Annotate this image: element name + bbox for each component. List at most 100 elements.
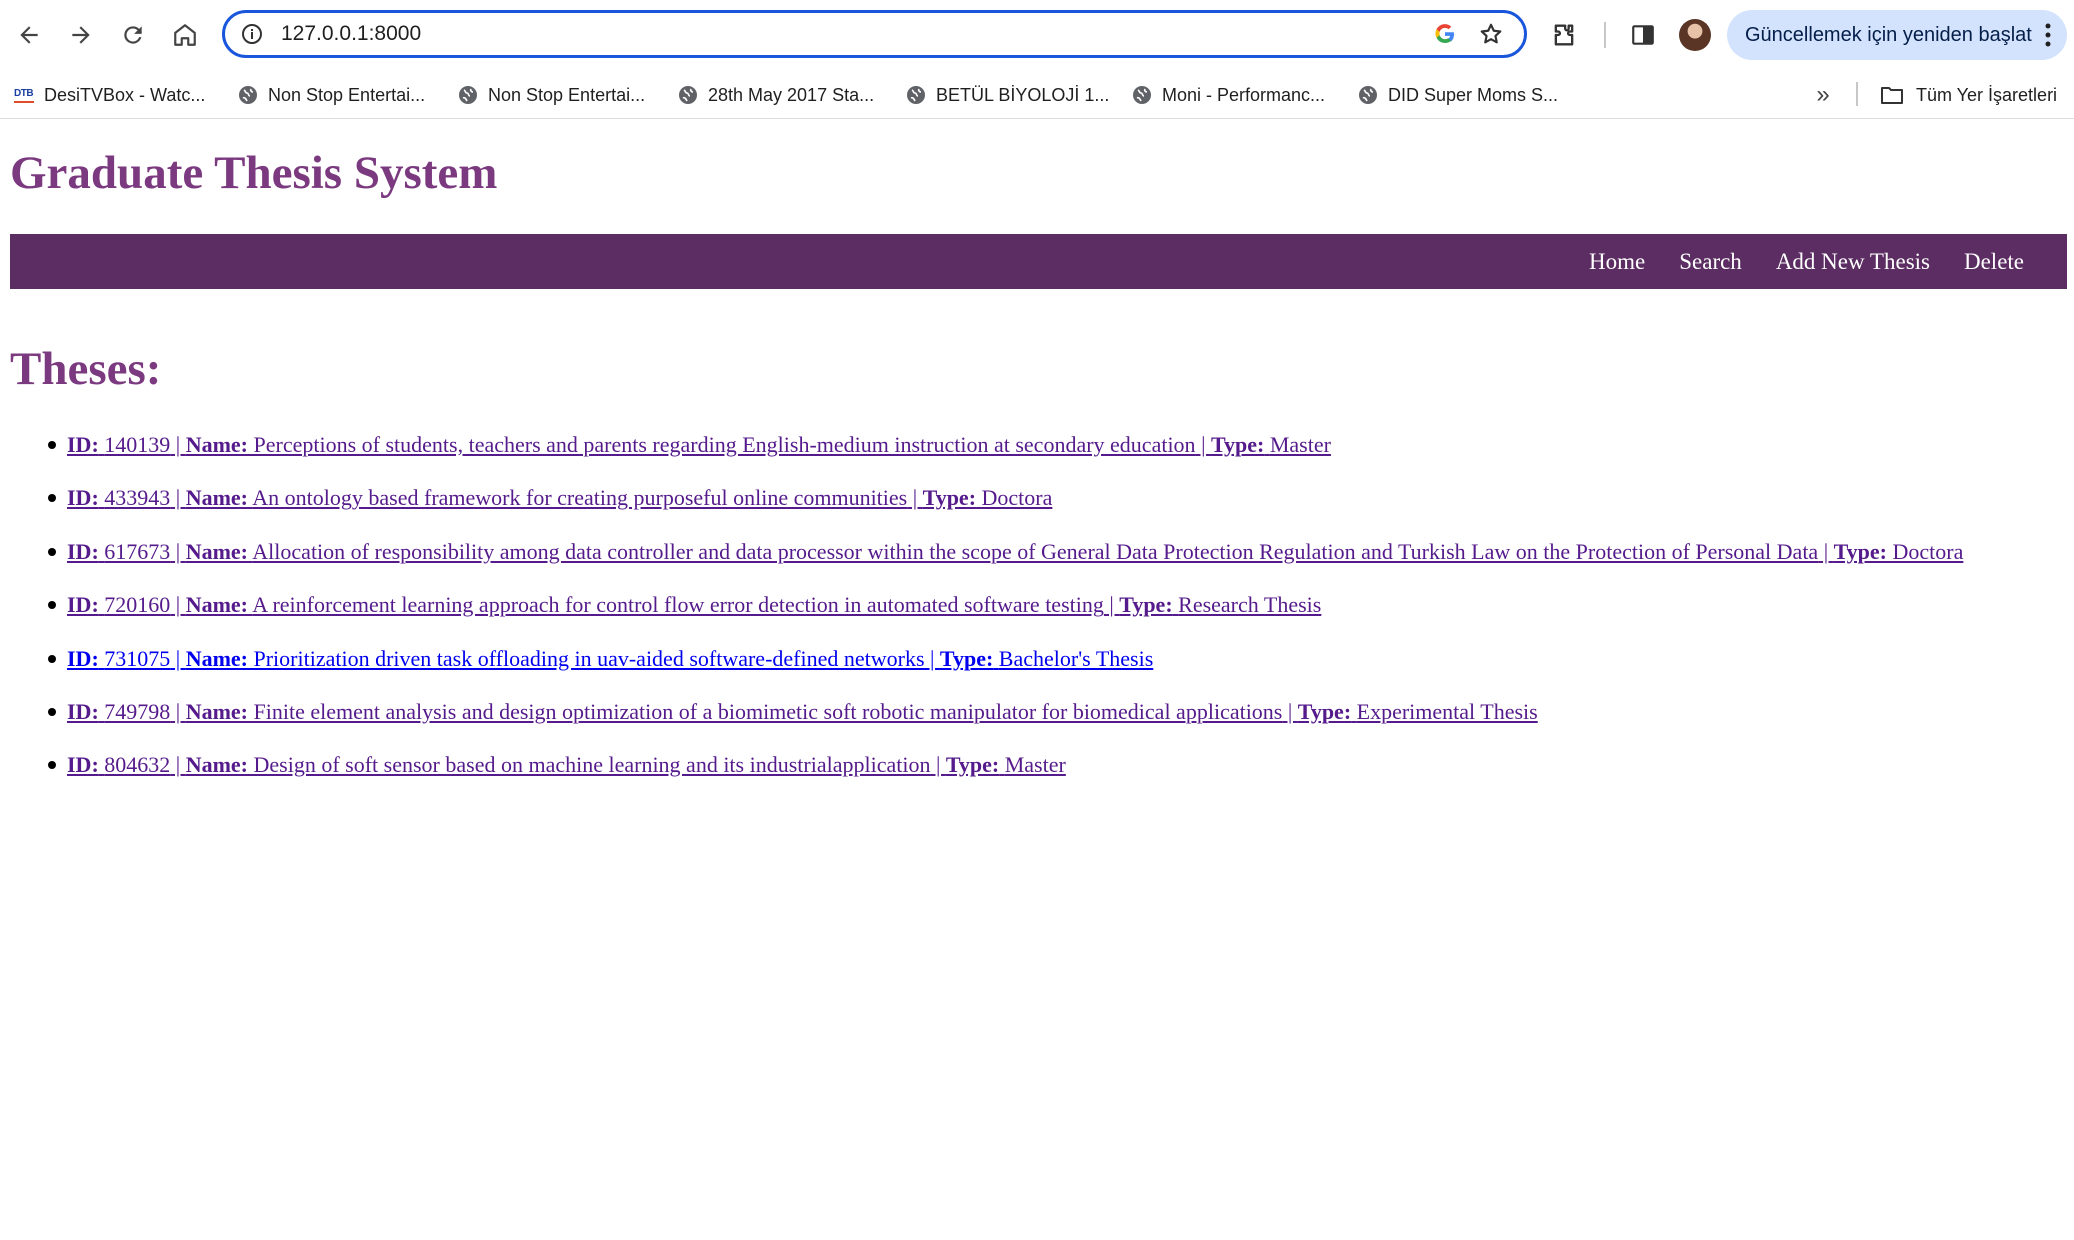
globe-icon [238, 85, 258, 105]
thesis-name: Perceptions of students, teachers and pa… [253, 432, 1196, 457]
thesis-id: 804632 [104, 752, 171, 778]
thesis-name-label: Name: [185, 538, 248, 564]
thesis-name-label: Name: [185, 645, 248, 671]
theses-heading: Theses: [10, 343, 162, 395]
thesis-link[interactable]: ID: 720160 | Name: A reinforcement learn… [67, 592, 1321, 617]
folder-icon [1880, 85, 1904, 105]
thesis-name: Finite element analysis and design optim… [253, 698, 1283, 724]
thesis-name: An ontology based framework for creating… [252, 485, 908, 511]
thesis-type: Bachelor's Thesis [998, 645, 1154, 671]
thesis-id: 749798 [104, 698, 171, 724]
site-info-icon[interactable] [239, 21, 265, 47]
thesis-type-label: Type: [939, 645, 994, 671]
thesis-link[interactable]: ID: 804632 | Name: Design of soft sensor… [67, 752, 1066, 777]
extensions-puzzle-icon[interactable] [1548, 19, 1580, 51]
side-panel-icon[interactable] [1627, 19, 1659, 51]
nav-search-link[interactable]: Search [1662, 249, 1759, 275]
thesis-list-item: ID: 720160 | Name: A reinforcement learn… [47, 587, 1963, 640]
thesis-link[interactable]: ID: 731075 | Name: Prioritization driven… [67, 646, 1153, 671]
all-bookmarks-label: Tüm Yer İşaretleri [1916, 84, 2058, 105]
bookmark-star-icon[interactable] [1476, 19, 1506, 49]
all-bookmarks-button[interactable]: Tüm Yer İşaretleri [1880, 80, 2057, 110]
forward-button[interactable] [62, 16, 100, 54]
nav-delete-link[interactable]: Delete [1947, 249, 2067, 275]
thesis-link[interactable]: ID: 617673 | Name: Allocation of respons… [67, 539, 1963, 564]
arrow-left-icon [20, 26, 38, 44]
bookmark-label: Non Stop Entertai... [268, 84, 426, 105]
toolbar-divider [1604, 22, 1606, 48]
bookmark-item[interactable]: DTB DesiTVBox - Watc... [14, 80, 205, 110]
thesis-id: 617673 [104, 538, 171, 564]
thesis-type: Experimental Thesis [1356, 698, 1538, 724]
thesis-type-label: Type: [922, 485, 977, 511]
bookmark-label: Moni - Performanc... [1162, 84, 1326, 105]
thesis-list-item: ID: 140139 | Name: Perceptions of studen… [47, 427, 1963, 480]
nav-home-link[interactable]: Home [1572, 249, 1662, 275]
globe-icon [678, 85, 698, 105]
thesis-id-label: ID: [67, 485, 99, 511]
thesis-list: ID: 140139 | Name: Perceptions of studen… [0, 427, 1963, 801]
thesis-id-label: ID: [67, 592, 99, 618]
thesis-id-label: ID: [67, 432, 99, 457]
browser-toolbar: 127.0.0.1:8000 Güncellemek için yeniden … [0, 0, 2074, 70]
bookmark-label: DesiTVBox - Watc... [44, 84, 206, 105]
reload-icon [124, 26, 142, 44]
thesis-list-item: ID: 749798 | Name: Finite element analys… [47, 694, 1963, 747]
bookmarks-divider [1856, 82, 1858, 106]
home-button[interactable] [166, 16, 204, 54]
globe-icon [1358, 85, 1378, 105]
page-title: Graduate Thesis System [10, 147, 498, 199]
address-bar[interactable]: 127.0.0.1:8000 [222, 10, 1527, 58]
globe-icon [906, 85, 926, 105]
reload-button[interactable] [114, 16, 152, 54]
thesis-type-label: Type: [1210, 432, 1265, 457]
restart-to-update-button[interactable]: Güncellemek için yeniden başlat [1727, 10, 2067, 60]
thesis-type: Master [1269, 432, 1331, 457]
thesis-id: 720160 [104, 592, 171, 618]
more-bookmarks-chevron-icon[interactable]: » [1810, 80, 1836, 110]
bookmark-item[interactable]: Non Stop Entertai... [458, 80, 645, 110]
thesis-link[interactable]: ID: 749798 | Name: Finite element analys… [67, 699, 1538, 724]
thesis-link[interactable]: ID: 433943 | Name: An ontology based fra… [67, 485, 1052, 510]
globe-icon [458, 85, 478, 105]
back-button[interactable] [10, 16, 48, 54]
thesis-type: Doctora [981, 485, 1053, 511]
thesis-link[interactable]: ID: 140139 | Name: Perceptions of studen… [67, 432, 1331, 457]
thesis-name-label: Name: [185, 698, 248, 724]
more-vert-icon [2045, 23, 2051, 47]
thesis-id: 433943 [104, 485, 171, 511]
thesis-name: Design of soft sensor based on machine l… [253, 752, 931, 778]
bookmark-item[interactable]: Non Stop Entertai... [238, 80, 425, 110]
nav-add-thesis-link[interactable]: Add New Thesis [1759, 249, 1947, 275]
thesis-name: A reinforcement learning approach for co… [252, 592, 1104, 618]
dtb-favicon-icon: DTB [14, 85, 34, 105]
thesis-id: 140139 [104, 432, 171, 457]
thesis-type-label: Type: [1119, 592, 1173, 618]
restart-to-update-label: Güncellemek için yeniden başlat [1745, 23, 2032, 46]
thesis-id-label: ID: [67, 752, 99, 778]
thesis-list-item: ID: 433943 | Name: An ontology based fra… [47, 480, 1963, 533]
thesis-name-label: Name: [185, 485, 248, 511]
thesis-id-label: ID: [67, 645, 99, 671]
thesis-list-item: ID: 617673 | Name: Allocation of respons… [47, 534, 1963, 587]
bookmark-item[interactable]: BETÜL BİYOLOJİ 1... [906, 80, 1109, 110]
google-lens-icon[interactable] [1432, 21, 1458, 47]
bookmark-item[interactable]: Moni - Performanc... [1132, 80, 1325, 110]
thesis-list-item: ID: 731075 | Name: Prioritization driven… [47, 641, 1963, 694]
nav-links: Home Search Add New Thesis Delete [1572, 234, 2067, 289]
bookmark-label: 28th May 2017 Sta... [708, 84, 875, 105]
thesis-type: Master [1004, 752, 1066, 778]
home-icon [174, 24, 196, 46]
bookmark-label: Non Stop Entertai... [488, 84, 646, 105]
bookmark-item[interactable]: 28th May 2017 Sta... [678, 80, 874, 110]
profile-avatar[interactable] [1679, 19, 1711, 51]
site-navbar: Home Search Add New Thesis Delete [10, 234, 2067, 289]
thesis-name-label: Name: [185, 752, 248, 778]
bookmark-item[interactable]: DID Super Moms S... [1358, 80, 1558, 110]
thesis-type-label: Type: [1833, 538, 1887, 564]
url-text[interactable]: 127.0.0.1:8000 [281, 22, 1432, 46]
thesis-type-label: Type: [945, 752, 1000, 778]
thesis-type: Research Thesis [1178, 592, 1322, 618]
arrow-right-icon [72, 26, 90, 44]
globe-icon [1132, 85, 1152, 105]
